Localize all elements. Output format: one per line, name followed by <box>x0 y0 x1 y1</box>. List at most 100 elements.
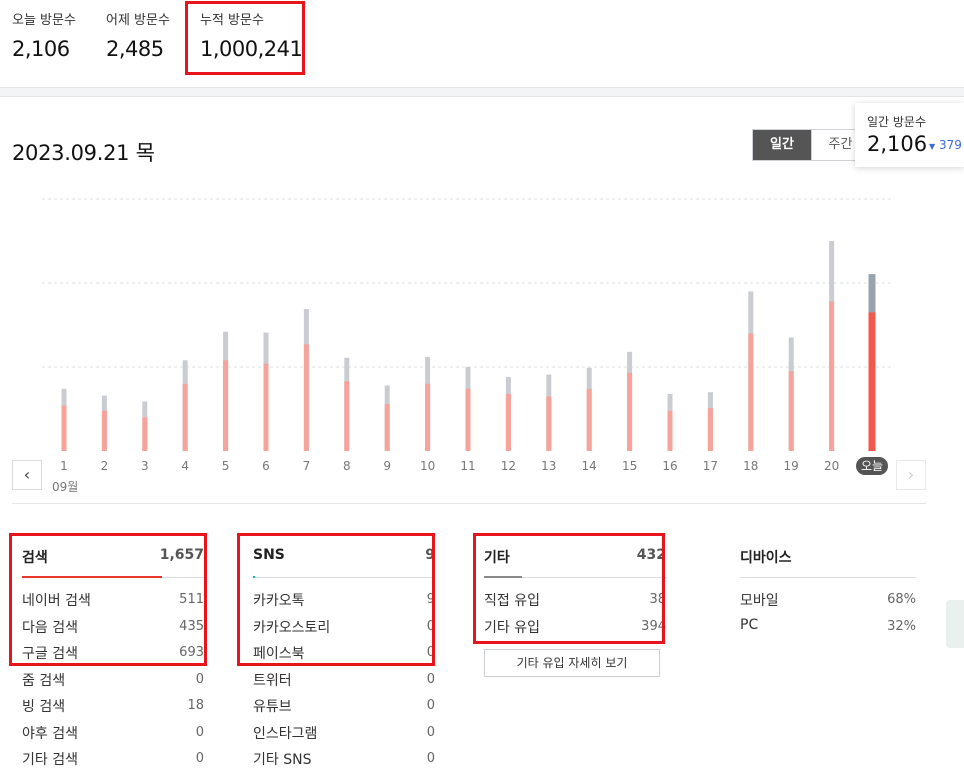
referrer-row-value: 18 <box>187 698 204 713</box>
x-tick-label: 15 <box>622 459 637 473</box>
bar-visits-part[interactable] <box>586 388 592 451</box>
bar-visits-part[interactable] <box>344 381 350 451</box>
blog-stats-page: 오늘 방문수 2,106 어제 방문수 2,485 누적 방문수 1,000,2… <box>0 0 964 778</box>
referrer-row-name: 야후 검색 <box>22 725 78 742</box>
x-tick-label: 1 <box>60 459 68 473</box>
bar-visits-part[interactable] <box>303 344 309 451</box>
bar-visits-part[interactable] <box>546 396 552 451</box>
referrer-row-value: 32% <box>887 618 916 634</box>
x-tick-label: 6 <box>262 459 270 473</box>
section-divider <box>12 503 926 504</box>
tooltip-value: 2,106 <box>867 132 928 156</box>
tooltip-label: 일간 방문수 <box>867 115 927 129</box>
referrer-row: 빙 검색 18 <box>22 696 204 720</box>
referrer-row: 야후 검색 0 <box>22 723 204 747</box>
referrer-row-name: 인스타그램 <box>253 725 318 742</box>
x-tick-label: 10 <box>420 459 435 473</box>
x-tick-label: 16 <box>662 459 677 473</box>
referrer-row-value: 0 <box>195 751 204 766</box>
referrer-row-name: 빙 검색 <box>22 699 66 715</box>
x-tick-label: 17 <box>703 459 718 473</box>
bar-visits-part[interactable] <box>263 363 269 451</box>
x-tick-label: 18 <box>743 459 758 473</box>
referrer-row-name: 모바일 <box>740 593 779 609</box>
x-tick-label: 13 <box>541 459 556 473</box>
bar-visits-part[interactable] <box>667 410 673 451</box>
referrer-row-name: 트위터 <box>253 672 292 689</box>
referrer-row-value: 0 <box>426 751 435 766</box>
bar-visits-part[interactable] <box>707 408 713 451</box>
referrer-row-name: 기타 SNS <box>253 752 312 768</box>
referrer-row: 모바일 68% <box>740 590 916 614</box>
bar-visits-part[interactable] <box>505 393 511 451</box>
highlight-box-etc <box>473 533 665 644</box>
chart-prev-button[interactable]: ‹ <box>12 460 42 490</box>
referrer-row-value: 0 <box>195 724 204 740</box>
visits-bar-chart: 1 2 3 4 5 6 7 8 9 10 11 12 13 14 15 16 17 18 19 20 오늘09월 <box>42 198 892 494</box>
x-tick-label: 20 <box>824 459 839 473</box>
bar-visits-part[interactable] <box>425 383 431 451</box>
referrer-row-name: 줌 검색 <box>22 672 66 689</box>
yesterday-visits-label: 어제 방문수 <box>106 13 170 28</box>
bar-visits-part[interactable] <box>788 371 794 451</box>
visit-summary: 오늘 방문수 2,106 어제 방문수 2,485 누적 방문수 1,000,2… <box>0 0 964 88</box>
referrer-row-value: 0 <box>195 671 204 687</box>
referrer-row-value: 0 <box>426 698 435 713</box>
x-tick-label: 14 <box>582 459 597 473</box>
x-tick-label: 3 <box>141 459 149 473</box>
referrer-row: 트위터 0 <box>253 670 435 694</box>
x-tick-label: 오늘 <box>861 459 883 473</box>
bar-visits-part[interactable] <box>384 403 390 451</box>
x-tick-label: 5 <box>222 459 230 473</box>
yesterday-visits-value: 2,485 <box>106 37 164 61</box>
daily-stats-panel: 2023.09.21 목 일간 주간 월간 123456789101112131… <box>0 96 964 778</box>
bar-visits-part[interactable] <box>868 312 876 451</box>
x-tick-label: 19 <box>784 459 799 473</box>
bar-visits-part[interactable] <box>101 410 107 451</box>
chart-next-button[interactable]: › <box>896 460 926 490</box>
bar-visits-part[interactable] <box>748 333 754 451</box>
referrer-row: 인스타그램 0 <box>253 723 435 747</box>
referrer-row-value: 68% <box>887 592 916 607</box>
referrer-row-name: 기타 검색 <box>22 752 78 768</box>
referrer-row: 줌 검색 0 <box>22 670 204 694</box>
tooltip-diff-value: 379 <box>938 138 962 152</box>
device-title: 디바이스 <box>740 550 792 566</box>
device-header: 디바이스 <box>740 544 916 578</box>
caret-down-icon: ▼ <box>929 142 936 151</box>
bar-visits-part[interactable] <box>627 372 633 451</box>
referrer-row: PC 32% <box>740 617 916 641</box>
highlight-box-search <box>9 533 207 666</box>
x-tick-label: 4 <box>181 459 189 473</box>
highlight-box-sns <box>237 533 435 666</box>
month-label: 09월 <box>52 480 78 494</box>
tooltip-diff: ▼ 379 <box>929 138 962 152</box>
chevron-left-icon: ‹ <box>23 465 31 484</box>
x-tick-label: 11 <box>460 459 475 473</box>
referrer-row-value: 0 <box>426 724 435 740</box>
side-widget-handle[interactable] <box>946 600 964 648</box>
etc-detail-button[interactable]: 기타 유입 자세히 보기 <box>484 649 660 677</box>
bar-visits-part[interactable] <box>829 301 835 451</box>
referrer-row: 유튜브 0 <box>253 696 435 720</box>
bar-visits-part[interactable] <box>182 383 188 451</box>
bar-visits-part[interactable] <box>223 360 229 451</box>
x-tick-label: 12 <box>501 459 516 473</box>
bar-visits-part[interactable] <box>465 388 471 451</box>
highlight-box-total <box>185 1 305 75</box>
referrer-row: 기타 검색 0 <box>22 749 204 773</box>
referrer-row: 기타 SNS 0 <box>253 749 435 773</box>
x-tick-label: 7 <box>303 459 311 473</box>
chevron-right-icon: › <box>907 465 915 484</box>
bar-visits-part[interactable] <box>61 405 67 451</box>
today-visits-value: 2,106 <box>12 37 70 61</box>
x-tick-label: 2 <box>101 459 109 473</box>
today-visits-label: 오늘 방문수 <box>12 13 76 28</box>
chart-tooltip: 일간 방문수 2,106 ▼ 379 <box>855 103 964 167</box>
bar-visits-part[interactable] <box>142 417 148 451</box>
referrer-row-value: 0 <box>426 671 435 687</box>
referrer-row-name: 유튜브 <box>253 699 292 715</box>
x-tick-label: 9 <box>383 459 391 473</box>
x-tick-label: 8 <box>343 459 351 473</box>
referrer-row-name: PC <box>740 616 759 633</box>
